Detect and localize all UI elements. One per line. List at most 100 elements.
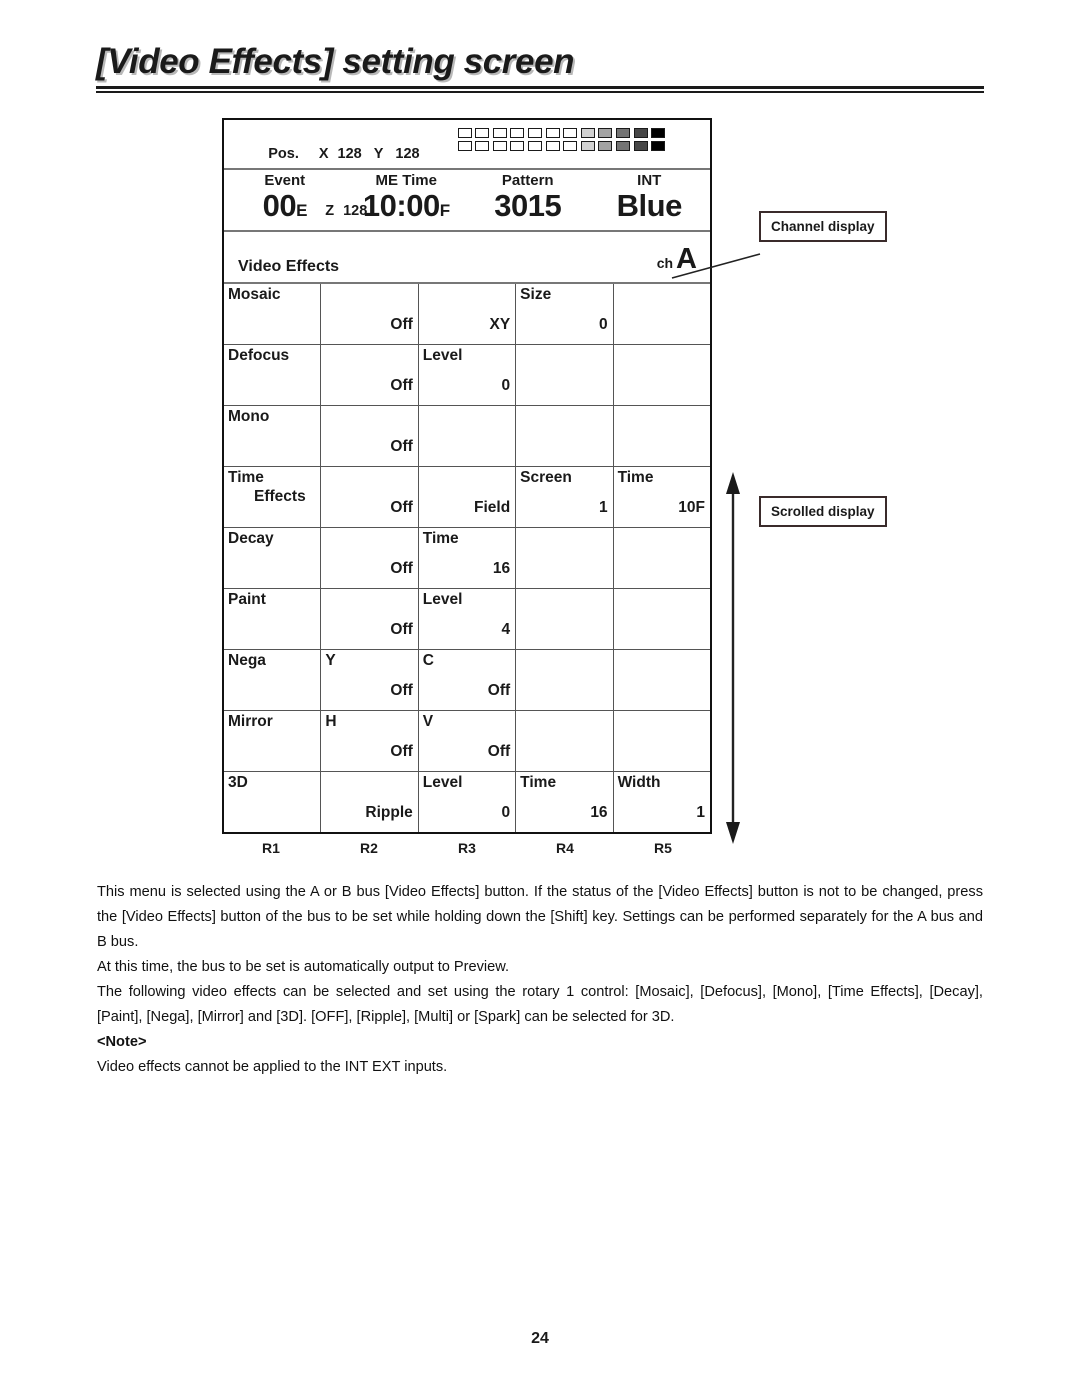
status-value: 00E — [262, 188, 308, 223]
param-value: 10F — [678, 499, 705, 516]
param-cell-defocus-r5[interactable] — [613, 344, 710, 406]
rotary-label-r5: R5 — [654, 840, 672, 856]
param-cell-nega-r2[interactable]: Y Off — [320, 649, 419, 711]
param-cell-decay-r3[interactable]: Time 16 — [418, 527, 517, 589]
param-value: Ripple — [365, 804, 413, 821]
param-cell-time-effects-r2[interactable]: Off — [320, 466, 419, 528]
rotary-label-r3: R3 — [458, 840, 476, 856]
param-cell-mosaic-r5[interactable] — [613, 284, 710, 345]
param-cell-3d-r4[interactable]: Time 16 — [515, 771, 614, 832]
status-cell-event: Event 00E — [224, 172, 346, 227]
param-value: 1 — [696, 804, 705, 821]
param-cell-paint-r4[interactable] — [515, 588, 614, 650]
param-cell-mono-r2[interactable]: Off — [320, 405, 419, 467]
pos-x-label: X — [318, 146, 329, 162]
param-value: Off — [390, 438, 413, 455]
level-meter-segment — [633, 128, 648, 138]
param-cell-mono-r1[interactable]: Mono — [224, 405, 322, 467]
param-cell-paint-r1[interactable]: Paint — [224, 588, 322, 650]
param-cell-defocus-r3[interactable]: Level 0 — [418, 344, 517, 406]
level-meter — [457, 128, 666, 154]
param-cell-nega-r4[interactable] — [515, 649, 614, 711]
scrolled-display-arrow — [726, 472, 740, 844]
table-row: Decay Off Time 16 — [224, 527, 710, 589]
level-meter-segment — [510, 141, 525, 151]
param-value: 0 — [598, 316, 608, 333]
level-meter-segment — [598, 141, 613, 151]
param-value: 16 — [492, 560, 511, 577]
level-meter-segment — [527, 141, 542, 151]
note-text: Video effects cannot be applied to the I… — [97, 1059, 448, 1075]
param-label: 3D — [228, 774, 248, 791]
param-cell-mirror-r5[interactable] — [613, 710, 710, 772]
param-cell-mosaic-r1[interactable]: Mosaic — [224, 284, 322, 345]
param-label: Mono — [228, 408, 270, 425]
level-meter-segment — [580, 128, 595, 138]
status-label: ME Time — [375, 172, 437, 189]
rotary-labels: R1 R2 R3 R4 R5 — [222, 840, 712, 856]
param-label: Level — [422, 774, 463, 791]
param-cell-decay-r5[interactable] — [613, 527, 710, 589]
param-cell-time-effects-r1[interactable]: Time Effects — [224, 466, 322, 528]
param-cell-paint-r5[interactable] — [613, 588, 710, 650]
level-meter-segment — [580, 141, 595, 151]
level-meter-row — [457, 128, 666, 138]
param-label: H — [325, 713, 337, 730]
param-cell-paint-r3[interactable]: Level 4 — [418, 588, 517, 650]
param-value: Off — [390, 621, 413, 638]
param-value: Off — [487, 682, 511, 699]
status-value: Blue — [616, 188, 683, 223]
param-cell-mosaic-r4[interactable]: Size 0 — [515, 284, 614, 345]
param-cell-time-effects-r3[interactable]: Field — [418, 466, 517, 528]
param-cell-mirror-r1[interactable]: Mirror — [224, 710, 322, 772]
param-label: V — [422, 713, 434, 730]
status-label: Pattern — [501, 172, 554, 189]
param-value: Off — [390, 377, 413, 394]
param-value: Off — [390, 743, 413, 760]
param-cell-decay-r1[interactable]: Decay — [224, 527, 322, 589]
status-cell-int: INT Blue — [589, 172, 711, 227]
param-cell-3d-r3[interactable]: Level 0 — [418, 771, 517, 832]
level-meter-segment — [598, 128, 613, 138]
body-text: This menu is selected using the A or B b… — [97, 880, 983, 1080]
level-meter-segment — [492, 128, 507, 138]
param-label: Time — [617, 469, 654, 486]
level-meter-segment — [457, 141, 472, 151]
status-value-suffix: F — [439, 201, 450, 220]
param-cell-3d-r5[interactable]: Width 1 — [613, 772, 710, 833]
status-label: Event — [264, 172, 306, 189]
param-cell-nega-r3[interactable]: C Off — [418, 649, 517, 711]
param-value: 0 — [501, 377, 511, 394]
param-cell-nega-r1[interactable]: Nega — [224, 649, 322, 711]
param-cell-mirror-r3[interactable]: V Off — [418, 710, 517, 772]
param-cell-defocus-r1[interactable]: Defocus — [224, 344, 322, 406]
level-meter-row — [457, 141, 666, 151]
callout-scrolled-display: Scrolled display — [759, 496, 887, 527]
param-cell-mono-r3[interactable] — [418, 405, 517, 467]
status-value: 10:00F — [362, 188, 450, 223]
param-cell-defocus-r2[interactable]: Off — [320, 344, 419, 406]
pos-x-value: 128 — [337, 146, 362, 162]
param-cell-paint-r2[interactable]: Off — [320, 588, 419, 650]
param-cell-decay-r2[interactable]: Off — [320, 527, 419, 589]
param-cell-mosaic-r2[interactable]: Off — [320, 284, 419, 345]
param-cell-decay-r4[interactable] — [515, 527, 614, 589]
param-cell-3d-r2[interactable]: Ripple — [320, 771, 419, 832]
param-cell-mono-r5[interactable] — [613, 405, 710, 467]
level-meter-segment — [633, 141, 648, 151]
param-label: Nega — [228, 652, 266, 669]
page-header: [Video Effects] setting screen — [96, 43, 984, 93]
param-label: Width — [617, 774, 661, 791]
param-cell-defocus-r4[interactable] — [515, 344, 614, 406]
param-cell-mirror-r2[interactable]: H Off — [320, 710, 419, 772]
param-cell-time-effects-r4[interactable]: Screen 1 — [515, 466, 614, 528]
param-cell-mono-r4[interactable] — [515, 405, 614, 467]
param-cell-nega-r5[interactable] — [613, 649, 710, 711]
param-value: 4 — [501, 621, 511, 638]
param-cell-time-effects-r5[interactable]: Time 10F — [613, 466, 710, 528]
level-meter-segment — [545, 141, 560, 151]
param-cell-mirror-r4[interactable] — [515, 710, 614, 772]
param-label: Screen — [520, 469, 572, 486]
param-cell-3d-r1[interactable]: 3D — [224, 771, 322, 832]
param-cell-mosaic-r3[interactable]: XY — [418, 284, 517, 345]
